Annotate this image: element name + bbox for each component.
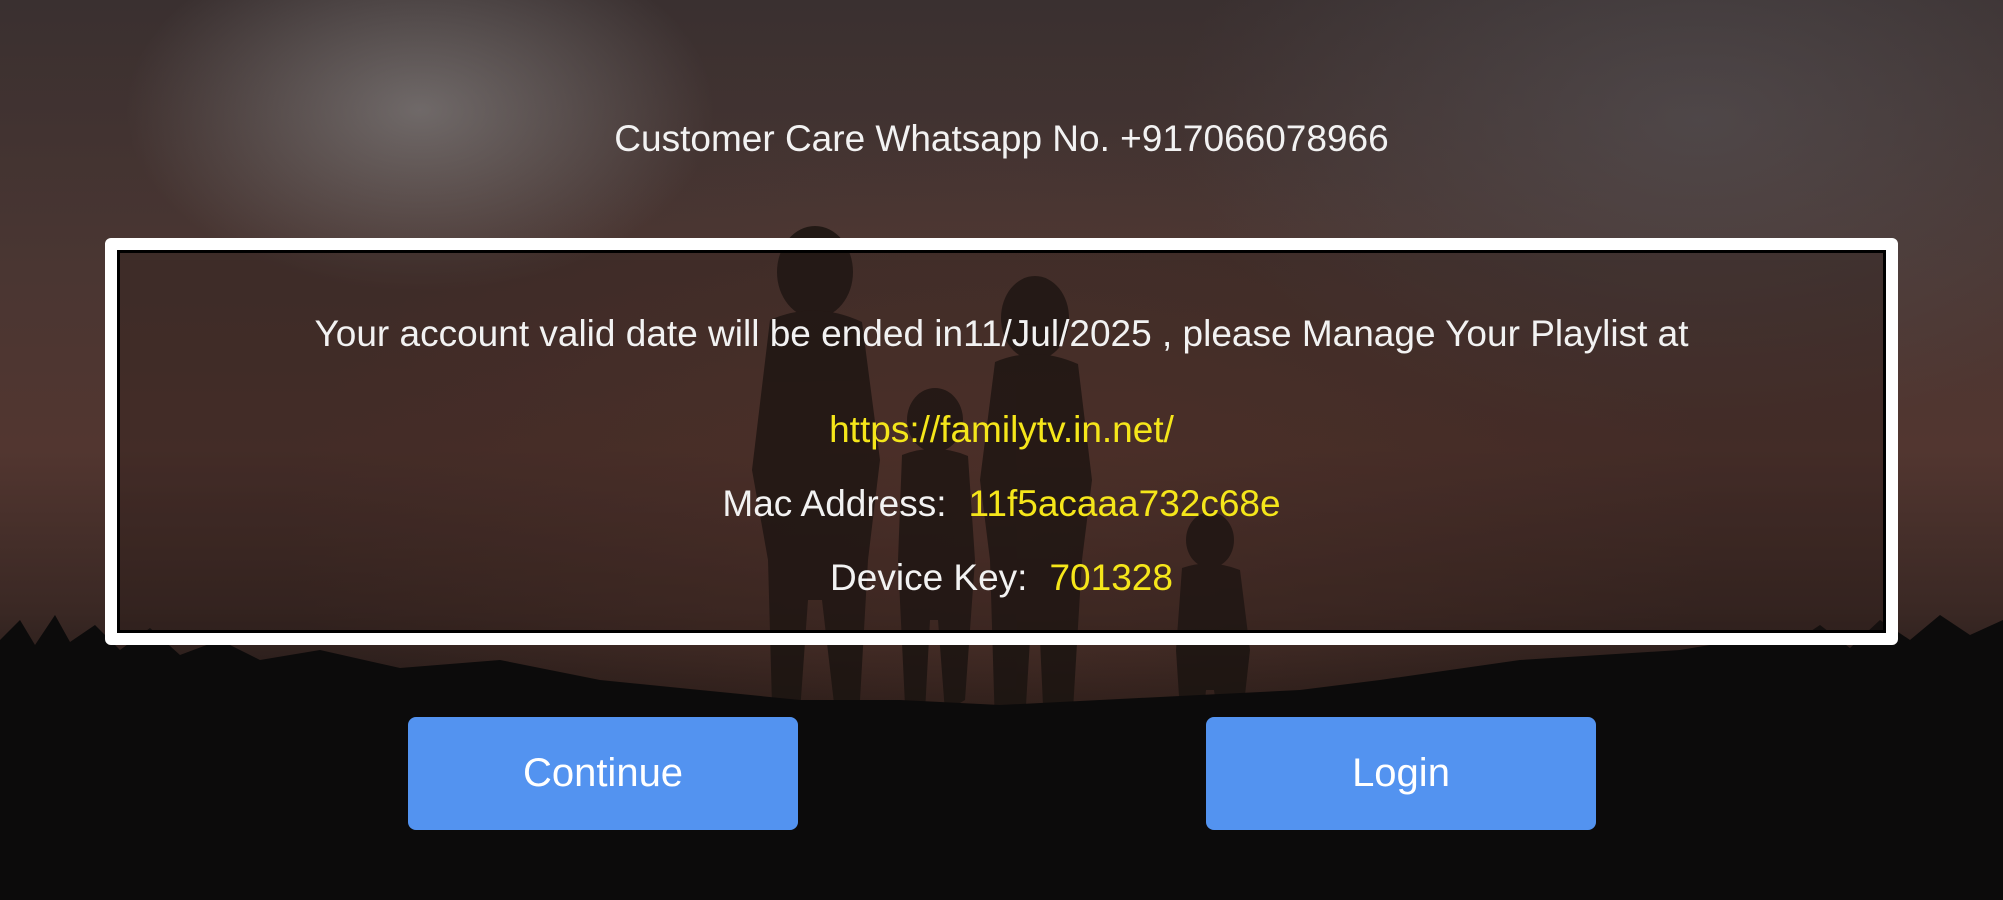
- device-key-row: Device Key: 701328: [120, 557, 1883, 599]
- account-notice-box: Your account valid date will be ended in…: [105, 238, 1898, 645]
- device-key-label: Device Key:: [830, 557, 1028, 598]
- playlist-url-link[interactable]: https://familytv.in.net/: [120, 409, 1883, 451]
- mac-address-row: Mac Address: 11f5acaaa732c68e: [120, 483, 1883, 525]
- continue-button[interactable]: Continue: [408, 717, 798, 830]
- login-button[interactable]: Login: [1206, 717, 1596, 830]
- customer-care-text: Customer Care Whatsapp No. +917066078966: [614, 118, 1389, 159]
- expiry-message: Your account valid date will be ended in…: [314, 313, 1689, 354]
- account-notice-inner: Your account valid date will be ended in…: [117, 250, 1886, 633]
- app-screen: Customer Care Whatsapp No. +917066078966…: [0, 0, 2003, 900]
- mac-address-value: 11f5acaaa732c68e: [968, 483, 1281, 524]
- device-key-value: 701328: [1049, 557, 1173, 598]
- mac-address-label: Mac Address:: [722, 483, 947, 524]
